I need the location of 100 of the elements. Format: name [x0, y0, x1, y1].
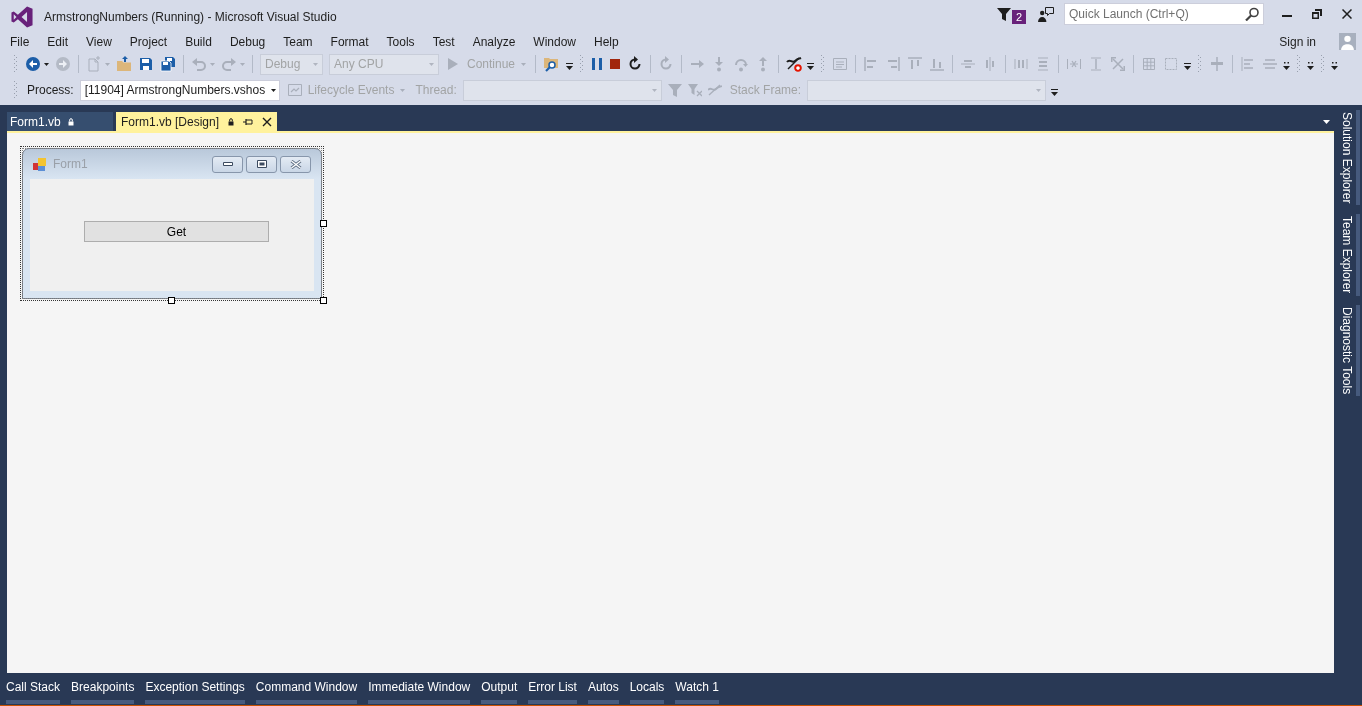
menu-item[interactable]: Project	[120, 34, 177, 49]
pause-icon[interactable]	[591, 57, 604, 71]
overflow-icon[interactable]	[1331, 61, 1339, 73]
menu-item[interactable]: Debug	[220, 34, 275, 49]
side-tab[interactable]: Team Explorer	[1336, 214, 1360, 296]
process-label: Process:	[27, 83, 74, 97]
lifecycle-icon	[287, 84, 302, 96]
menu-item[interactable]: Edit	[38, 34, 78, 49]
tool-window-tab[interactable]: Breakpoints	[71, 680, 135, 704]
overflow-icon[interactable]	[1184, 63, 1192, 71]
tool-window-tab[interactable]: Output	[481, 680, 518, 704]
same-width-icon[interactable]	[1066, 56, 1083, 72]
window-title: ArmstrongNumbers (Running) - Microsoft Visual Studio	[44, 10, 337, 25]
menu-item[interactable]: Test	[423, 34, 464, 49]
maximize-icon	[256, 160, 267, 168]
overflow-icon[interactable]	[566, 63, 574, 71]
menu-item[interactable]: View	[77, 34, 121, 49]
logo-icon	[10, 6, 34, 28]
play-icon	[447, 57, 459, 71]
stack-frame-icon	[707, 84, 722, 96]
tool-window-tab[interactable]: Call Stack	[6, 680, 61, 704]
side-tab[interactable]: Diagnostic Tools	[1336, 304, 1360, 396]
close-icon	[289, 159, 302, 169]
stop-icon[interactable]	[609, 58, 622, 70]
close-icon[interactable]	[262, 116, 273, 127]
align-middle-icon[interactable]	[1209, 56, 1226, 72]
notifications-icon[interactable]	[996, 7, 1011, 21]
tool-window-tab[interactable]: Command Window	[255, 680, 358, 704]
forward-icon[interactable]	[55, 56, 71, 72]
step-over-icon[interactable]	[733, 56, 750, 72]
notification-count[interactable]: 2	[1011, 9, 1026, 24]
new-item-icon[interactable]	[86, 56, 102, 72]
grip-icon[interactable]	[1198, 55, 1203, 73]
overflow-icon[interactable]	[1307, 61, 1315, 73]
minimize-icon	[222, 162, 233, 166]
align-bottom-icon[interactable]	[929, 56, 946, 72]
filter-clear-icon[interactable]	[687, 83, 702, 97]
tool-window-tab[interactable]: Immediate Window	[368, 680, 471, 704]
thread-label: Thread:	[415, 83, 457, 97]
menu-item[interactable]: Team	[274, 34, 322, 49]
form-button[interactable]: Get	[84, 221, 269, 242]
process-dropdown[interactable]: [11904] ArmstrongNumbers.vshos	[79, 79, 280, 101]
caret-icon	[429, 62, 434, 66]
filter-icon[interactable]	[667, 83, 682, 97]
menu-item[interactable]: Window	[524, 34, 586, 49]
pin-icon[interactable]	[243, 117, 254, 126]
align-top-icon[interactable]	[907, 56, 924, 72]
save-icon[interactable]	[138, 56, 154, 72]
feedback-icon[interactable]	[1038, 6, 1054, 22]
caret-icon[interactable]	[1323, 119, 1330, 124]
resize-handle-icon[interactable]	[320, 297, 327, 304]
redo-icon[interactable]	[221, 56, 237, 72]
grip-icon[interactable]	[821, 55, 826, 73]
minimize-button[interactable]	[212, 155, 243, 173]
menu-item[interactable]: Analyze	[463, 34, 525, 49]
align-right-icon[interactable]	[885, 56, 902, 72]
overflow-icon[interactable]	[1051, 89, 1059, 97]
resize-handle-icon[interactable]	[320, 219, 327, 227]
horizontal-spacing-icon[interactable]	[1013, 56, 1030, 72]
resize-handle-icon[interactable]	[168, 297, 175, 304]
caret-icon[interactable]	[44, 62, 49, 66]
grip-icon[interactable]	[14, 81, 18, 99]
tool-window-tab[interactable]: Autos	[587, 680, 619, 704]
tool-window-tab[interactable]: Watch 1	[675, 680, 719, 704]
breakpoint-icon[interactable]	[786, 56, 803, 72]
save-all-icon[interactable]	[160, 56, 176, 72]
undo-icon[interactable]	[191, 56, 207, 72]
restore-icon[interactable]	[1312, 9, 1322, 19]
document-tab[interactable]: Form1.vb	[7, 112, 113, 131]
grid-icon[interactable]	[1141, 56, 1158, 72]
grip-icon[interactable]	[580, 55, 585, 73]
grip-icon[interactable]	[1321, 55, 1326, 73]
tool-window-tab[interactable]: Locals	[629, 680, 665, 704]
grip-icon[interactable]	[14, 55, 18, 73]
account-icon[interactable]	[1339, 33, 1356, 50]
close-icon[interactable]	[1342, 9, 1352, 19]
folder-icon[interactable]	[116, 56, 132, 72]
lock-icon	[67, 117, 74, 126]
grip-icon[interactable]	[1297, 55, 1302, 73]
menu-item[interactable]: Format	[321, 34, 378, 49]
maximize-button[interactable]	[246, 155, 277, 173]
tool-window-tab[interactable]: Error List	[528, 680, 577, 704]
overflow-icon[interactable]	[1283, 61, 1291, 73]
caret-icon	[651, 88, 657, 92]
tool-window-tab[interactable]: Exception Settings	[145, 680, 245, 704]
quick-launch-field[interactable]: Quick Launch (Ctrl+Q)	[1064, 3, 1264, 25]
menu-item[interactable]: File	[1, 34, 39, 49]
caret-icon	[313, 62, 318, 66]
menu-item[interactable]: Help	[585, 34, 628, 49]
caret-icon	[400, 88, 406, 92]
document-tab[interactable]: Form1.vb [Design]	[116, 112, 278, 131]
back-icon[interactable]	[25, 56, 41, 72]
search-icon[interactable]	[1245, 7, 1259, 21]
list-icon[interactable]	[832, 56, 849, 72]
menu-item[interactable]: Build	[176, 34, 221, 49]
overflow-icon[interactable]	[807, 63, 815, 71]
side-tab[interactable]: Solution Explorer	[1336, 110, 1360, 206]
sign-in-link[interactable]: Sign in	[1275, 34, 1320, 49]
menu-item[interactable]: Tools	[377, 34, 424, 49]
same-size-icon[interactable]	[1110, 56, 1127, 72]
